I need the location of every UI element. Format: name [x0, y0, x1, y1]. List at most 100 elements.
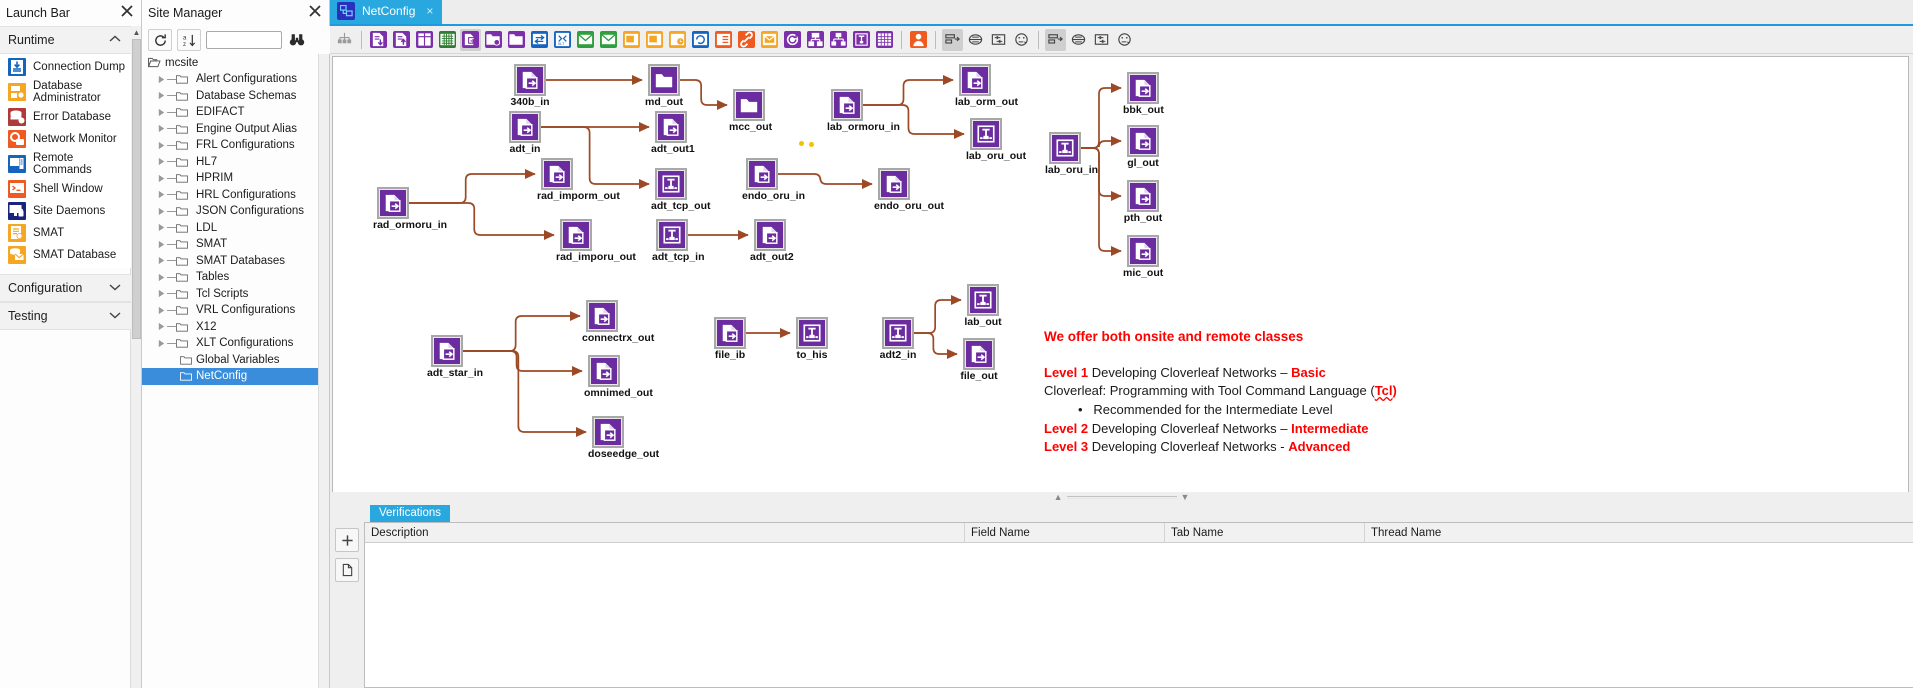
diagram-node-adt_out1[interactable]: adt_out1: [651, 111, 691, 155]
tree-leaf-global-variables[interactable]: Global Variables: [142, 352, 318, 369]
diagram-node-mic_out[interactable]: mic_out: [1123, 235, 1163, 279]
tree-node-vrl-configurations[interactable]: VRL Configurations: [142, 302, 318, 319]
layout-center-icon[interactable]: [1068, 29, 1089, 51]
tree-leaf-netconfig[interactable]: NetConfig: [142, 368, 318, 385]
refresh-icon[interactable]: [148, 29, 172, 51]
expand-arrow-icon[interactable]: [156, 339, 167, 348]
diagram-node-lab_orm_out[interactable]: lab_orm_out: [955, 64, 995, 108]
netconfig-diagram[interactable]: 340b_inmd_outmcc_outlab_ormoru_inlab_orm…: [332, 56, 1909, 500]
expand-arrow-icon[interactable]: [156, 223, 167, 232]
tree-node-database-schemas[interactable]: Database Schemas: [142, 88, 318, 105]
sidebar-item-connection-dump[interactable]: Connection Dump: [0, 56, 131, 78]
expand-arrow-icon[interactable]: [156, 256, 167, 265]
export-route-icon[interactable]: [391, 29, 412, 51]
expand-arrow-icon[interactable]: [156, 207, 167, 216]
window-list-icon[interactable]: [713, 29, 734, 51]
diagram-node-adt_tcp_in[interactable]: adt_tcp_in: [652, 219, 692, 263]
close-icon[interactable]: ×: [426, 4, 433, 18]
db-column-icon[interactable]: [851, 29, 872, 51]
diagram-node-gl_out[interactable]: gl_out: [1123, 125, 1163, 169]
expand-arrow-icon[interactable]: [156, 75, 167, 84]
expand-arrow-icon[interactable]: [156, 322, 167, 331]
tree-node-hrl-configurations[interactable]: HRL Configurations: [142, 187, 318, 204]
diagram-node-file_out[interactable]: file_out: [959, 338, 999, 382]
tree-node-hprim[interactable]: HPRIM: [142, 170, 318, 187]
align-center-icon[interactable]: [965, 29, 986, 51]
expand-arrow-icon[interactable]: [156, 190, 167, 199]
launch-bar-scrollbar[interactable]: ▲: [130, 26, 141, 688]
tree-root-mcsite[interactable]: mcsite: [142, 54, 318, 71]
diagram-node-endo_oru_out[interactable]: endo_oru_out: [874, 168, 914, 212]
diagram-node-rad_imporm_out[interactable]: rad_imporm_out: [537, 158, 577, 202]
server-icon[interactable]: [805, 29, 826, 51]
expand-arrow-icon[interactable]: [156, 91, 167, 100]
diagram-node-adt_in[interactable]: adt_in: [505, 111, 545, 155]
diagram-node-340b_in[interactable]: 340b_in: [510, 64, 550, 108]
tree-node-frl-configurations[interactable]: FRL Configurations: [142, 137, 318, 154]
sidebar-item-network-monitor[interactable]: Network Monitor: [0, 128, 131, 150]
diagram-node-mcc_out[interactable]: mcc_out: [729, 89, 769, 133]
tree-node-alert-configurations[interactable]: Alert Configurations: [142, 71, 318, 88]
user-icon[interactable]: [908, 29, 929, 51]
diagram-node-file_ib[interactable]: file_ib: [710, 317, 750, 361]
folder-icon[interactable]: [506, 29, 527, 51]
sidebar-item-smat[interactable]: SMAT: [0, 222, 131, 244]
mail-out-icon[interactable]: [598, 29, 619, 51]
expand-arrow-icon[interactable]: [156, 124, 167, 133]
diagram-node-adt2_in[interactable]: adt2_in: [878, 317, 918, 361]
sidebar-section-testing[interactable]: Testing: [0, 302, 131, 330]
search-input[interactable]: [206, 31, 282, 49]
mail-window-icon[interactable]: [759, 29, 780, 51]
verifications-table[interactable]: DescriptionField NameTab NameThread Name: [364, 522, 1913, 688]
sidebar-item-database-administrator[interactable]: Database Administrator: [0, 78, 131, 106]
close-icon[interactable]: [120, 4, 136, 20]
align-dist-icon[interactable]: [988, 29, 1009, 51]
diagram-node-rad_ormoru_in[interactable]: rad_ormoru_in: [373, 187, 413, 231]
diagram-node-adt_out2[interactable]: adt_out2: [750, 219, 790, 263]
collapse-down-icon[interactable]: ▼: [1181, 492, 1190, 502]
sidebar-item-error-database[interactable]: Error Database: [0, 106, 131, 128]
column-header-field-name[interactable]: Field Name: [965, 523, 1165, 543]
diagram-node-lab_oru_in[interactable]: lab_oru_in: [1045, 132, 1085, 176]
diagram-node-omnimed_out[interactable]: omnimed_out: [584, 355, 624, 399]
window-out-icon[interactable]: [644, 29, 665, 51]
diagram-node-bbk_out[interactable]: bbk_out: [1123, 72, 1163, 116]
layout-left-icon[interactable]: [1045, 29, 1066, 51]
route-table-icon[interactable]: [414, 29, 435, 51]
expand-arrow-icon[interactable]: [156, 240, 167, 249]
keyboard-icon[interactable]: [437, 29, 458, 51]
window-in-icon[interactable]: [621, 29, 642, 51]
tree-node-x12[interactable]: X12: [142, 319, 318, 336]
sidebar-item-remote-commands[interactable]: Remote Commands: [0, 150, 131, 178]
diagram-node-lab_oru_out[interactable]: lab_oru_out: [966, 118, 1006, 162]
tree-node-tables[interactable]: Tables: [142, 269, 318, 286]
network-icon[interactable]: [828, 29, 849, 51]
folder-config-icon[interactable]: [483, 29, 504, 51]
expand-arrow-icon[interactable]: [156, 306, 167, 315]
diagram-node-rad_imporu_out[interactable]: rad_imporu_out: [556, 219, 596, 263]
window-clock-icon[interactable]: [667, 29, 688, 51]
align-auto-icon[interactable]: [1011, 29, 1032, 51]
diagram-node-pth_out[interactable]: pth_out: [1123, 180, 1163, 224]
tree-node-xlt-configurations[interactable]: XLT Configurations: [142, 335, 318, 352]
diagram-node-connectrx_out[interactable]: connectrx_out: [582, 300, 622, 344]
diagram-node-endo_oru_in[interactable]: endo_oru_in: [742, 158, 782, 202]
expand-arrow-icon[interactable]: [156, 157, 167, 166]
xlate-icon[interactable]: XLT: [552, 29, 573, 51]
expand-arrow-icon[interactable]: [156, 289, 167, 298]
site-manager-tree[interactable]: mcsite Alert ConfigurationsDatabase Sche…: [142, 54, 318, 688]
diagram-node-adt_tcp_out[interactable]: adt_tcp_out: [651, 168, 691, 212]
align-left-icon[interactable]: [942, 29, 963, 51]
expand-arrow-icon[interactable]: [156, 141, 167, 150]
scrollbar-thumb[interactable]: [132, 39, 141, 339]
layout-dist-icon[interactable]: [1091, 29, 1112, 51]
diagram-node-lab_ormoru_in[interactable]: lab_ormoru_in: [827, 89, 867, 133]
sidebar-section-configuration[interactable]: Configuration: [0, 274, 131, 302]
scroll-up-icon[interactable]: ▲: [131, 26, 142, 38]
panel-splitter[interactable]: ▲ ▼: [330, 492, 1913, 502]
sidebar-section-runtime[interactable]: Runtime: [0, 26, 131, 54]
tree-node-smat-databases[interactable]: SMAT Databases: [142, 253, 318, 270]
matrix-icon[interactable]: [874, 29, 895, 51]
sidebar-item-smat-database[interactable]: SMAT Database: [0, 244, 131, 266]
layout-auto-icon[interactable]: [1114, 29, 1135, 51]
